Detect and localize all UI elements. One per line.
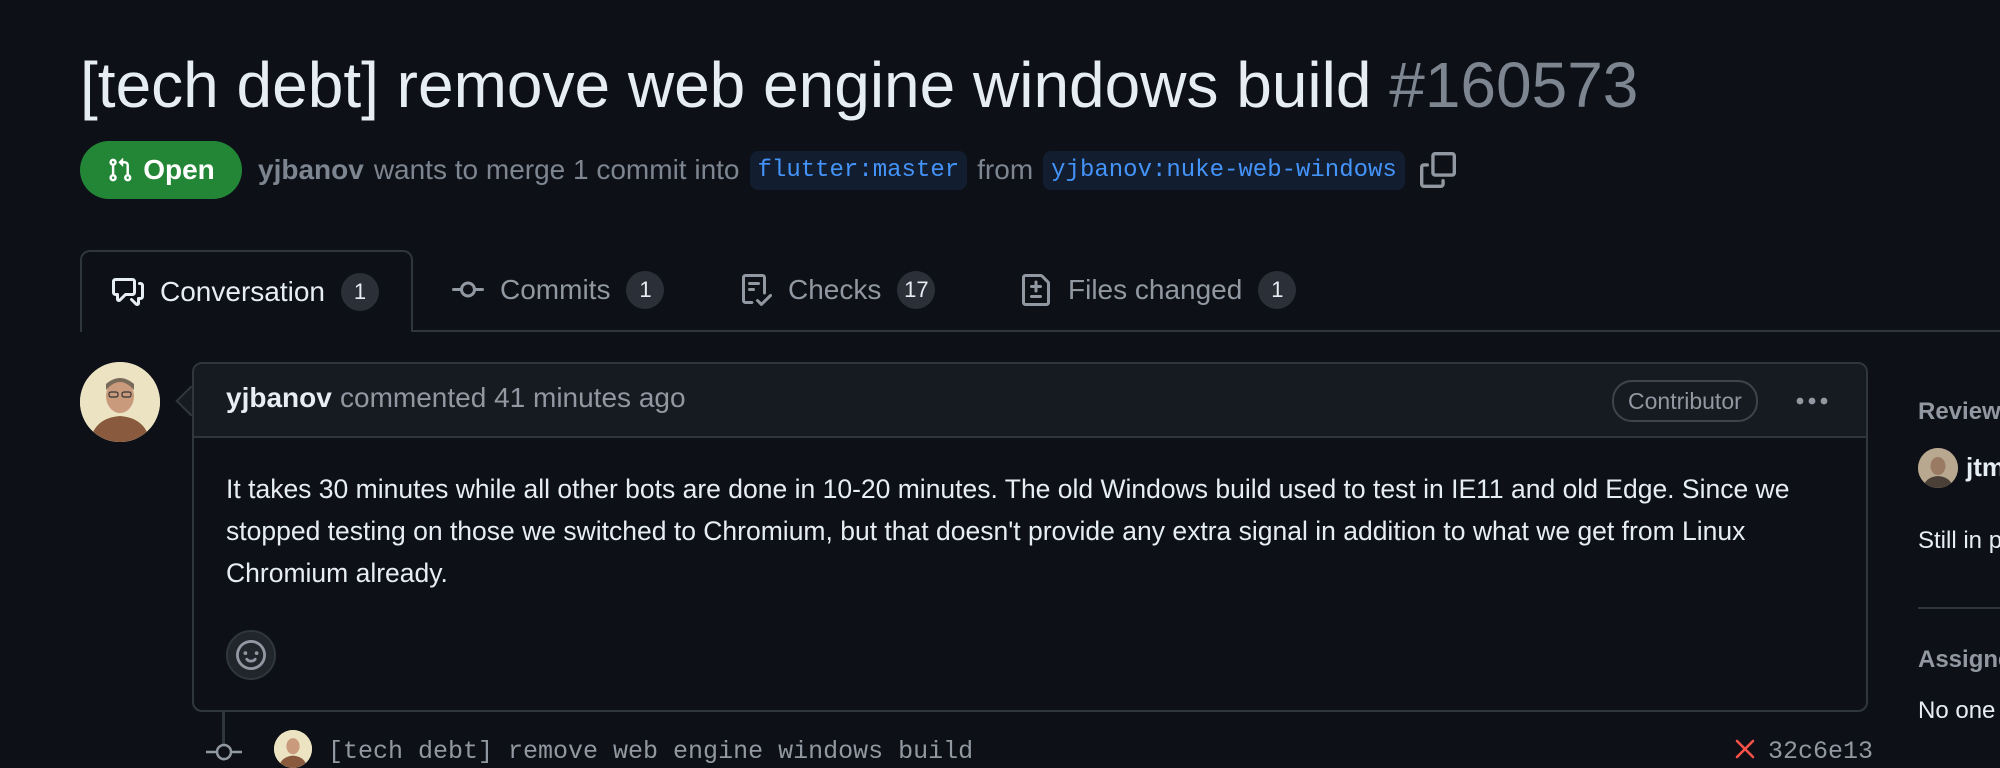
kebab-horizontal-icon[interactable] <box>1792 384 1832 418</box>
pr-title: [tech debt] remove web engine windows bu… <box>80 40 1638 130</box>
tab-commits-count: 1 <box>626 271 665 309</box>
person-photo-icon <box>1918 448 1958 488</box>
tab-files-changed[interactable]: Files changed 1 <box>1020 250 1297 330</box>
tab-checks[interactable]: Checks 17 <box>740 250 936 330</box>
pr-author-link[interactable]: yjbanov <box>258 154 364 186</box>
pr-tabs: Conversation 1 Commits 1 Checks 17 Files… <box>80 250 2000 332</box>
pr-state-badge: Open <box>80 141 242 199</box>
comment-author-link[interactable]: yjbanov <box>226 382 332 414</box>
git-pull-request-icon <box>109 157 132 182</box>
merge-text: wants to merge 1 commit into <box>373 154 740 185</box>
commit-author-avatar[interactable] <box>274 730 312 768</box>
head-branch[interactable]: yjbanov:nuke-web-windows <box>1043 150 1405 190</box>
assignees-value: No one <box>1918 697 1996 724</box>
pr-title-text: [tech debt] remove web engine windows bu… <box>80 49 1372 121</box>
base-branch[interactable]: flutter:master <box>749 150 968 190</box>
tab-files-changed-count: 1 <box>1258 271 1297 309</box>
pr-meta: yjbanov wants to merge 1 commit into flu… <box>258 148 1415 192</box>
commit-message-link[interactable]: [tech debt] remove web engine windows bu… <box>328 737 973 766</box>
person-photo-icon <box>80 362 160 442</box>
from-text: from <box>977 154 1034 185</box>
reviewer-name[interactable]: jtm <box>1966 452 2000 483</box>
tab-commits-label: Commits <box>500 274 611 305</box>
reviewer-status: Still in p <box>1918 527 2000 554</box>
tab-commits[interactable]: Commits 1 <box>452 250 665 330</box>
tab-conversation[interactable]: Conversation 1 <box>80 250 413 332</box>
copy-icon[interactable] <box>1420 150 1456 190</box>
checklist-icon <box>742 274 772 306</box>
sidebar-divider <box>1918 607 2000 609</box>
tab-files-changed-label: Files changed <box>1068 274 1243 305</box>
tab-checks-label: Checks <box>788 274 882 305</box>
contributor-badge: Contributor <box>1612 380 1758 422</box>
sidebar-assignees-heading[interactable]: Assigne <box>1918 646 2000 674</box>
add-reaction-button[interactable] <box>226 630 276 680</box>
comment-body: It takes 30 minutes while all other bots… <box>226 474 1790 588</box>
commit-sha-link[interactable]: 32c6e13 <box>1768 737 1873 766</box>
pr-state-label: Open <box>143 154 215 185</box>
author-avatar[interactable] <box>80 362 160 442</box>
person-photo-icon <box>274 730 312 768</box>
comment-header: yjbanov commented 41 minutes ago Contrib… <box>194 364 1866 438</box>
pr-number: #160573 <box>1389 49 1639 121</box>
git-commit-icon <box>206 743 242 761</box>
sidebar-reviewers-heading[interactable]: Review <box>1918 398 2000 426</box>
tab-conversation-label: Conversation <box>160 276 325 307</box>
file-diff-icon <box>1022 274 1050 306</box>
x-fail-icon[interactable] <box>1734 738 1756 760</box>
reviewer-avatar[interactable] <box>1918 448 1958 488</box>
smiley-icon <box>236 640 266 670</box>
tab-conversation-count: 1 <box>340 273 379 311</box>
comment-timestamp[interactable]: commented 41 minutes ago <box>340 382 686 414</box>
git-commit-icon <box>452 281 484 298</box>
comment-box: yjbanov commented 41 minutes ago Contrib… <box>192 362 1868 712</box>
tab-checks-count: 17 <box>897 271 936 309</box>
comment-discussion-icon <box>112 278 144 306</box>
